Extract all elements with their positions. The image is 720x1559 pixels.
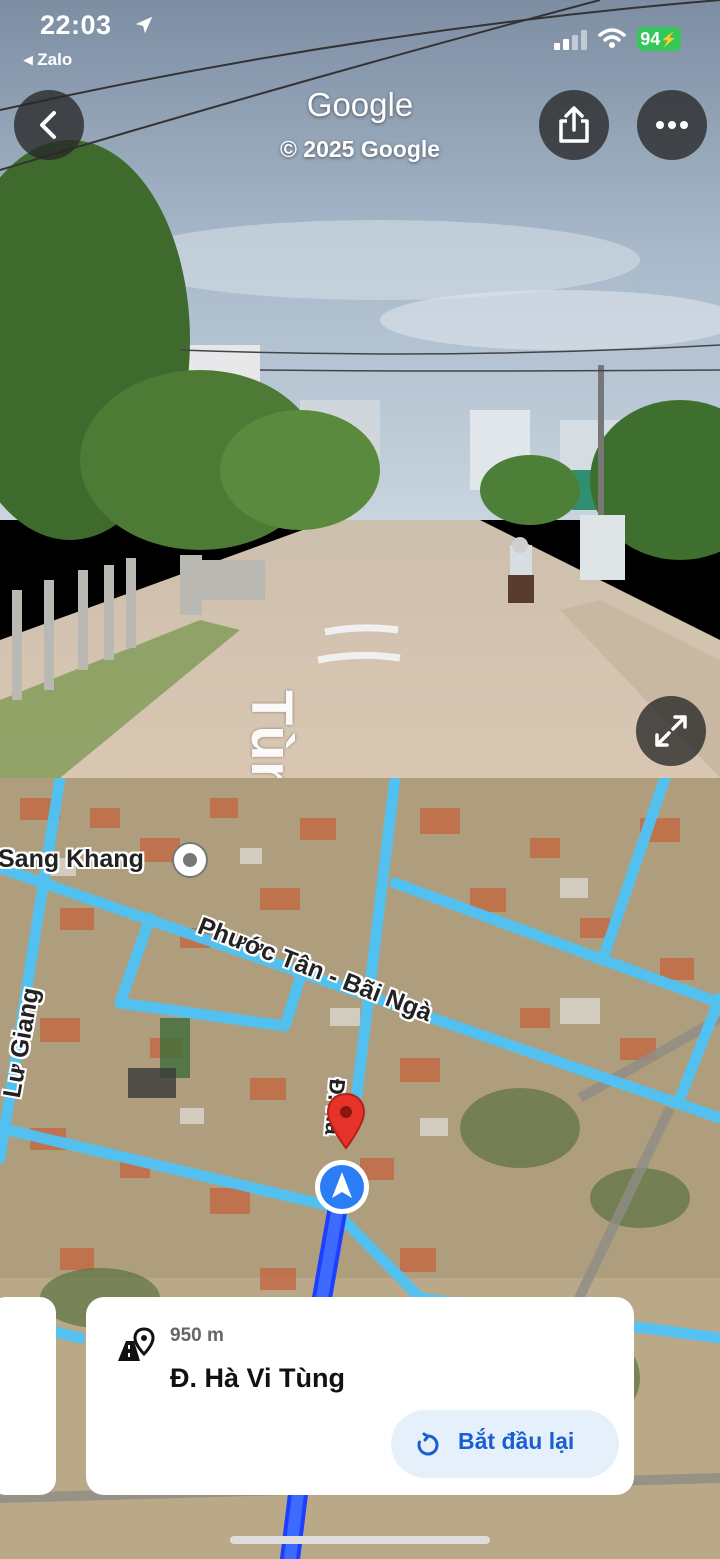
home-indicator[interactable] bbox=[230, 1536, 490, 1544]
expand-icon bbox=[655, 715, 687, 747]
charging-icon: ⚡ bbox=[660, 30, 678, 47]
google-title: Google bbox=[306, 86, 414, 123]
wifi-icon bbox=[598, 28, 626, 48]
more-icon bbox=[656, 121, 688, 129]
distance-road-icon bbox=[118, 1327, 155, 1361]
share-icon bbox=[559, 106, 589, 143]
battery-indicator: 94 ⚡ bbox=[637, 27, 681, 51]
route-card[interactable]: 950 m Đ. Hà Vi Tùng Bắt đầu lại bbox=[86, 1297, 634, 1495]
share-button[interactable] bbox=[539, 90, 609, 160]
signal-icon bbox=[554, 30, 587, 50]
navigation-arrow-icon bbox=[315, 1160, 369, 1214]
copyright-text: © 2025 Google bbox=[279, 136, 441, 162]
destination-pin-icon[interactable] bbox=[326, 1092, 366, 1150]
expand-button[interactable] bbox=[636, 696, 706, 766]
route-distance: 950 m bbox=[170, 1325, 224, 1346]
map-label-sang-khang: Sang Khang bbox=[0, 845, 144, 873]
previous-route-card[interactable] bbox=[0, 1297, 56, 1495]
more-options-button[interactable] bbox=[637, 90, 707, 160]
restart-icon bbox=[417, 1432, 439, 1456]
location-arrow-icon bbox=[135, 16, 153, 34]
clock-time: 22:03 bbox=[40, 10, 112, 40]
poi-pin-icon[interactable] bbox=[170, 840, 210, 880]
status-bar: 22:03 ◂ Zalo 94 ⚡ bbox=[0, 0, 720, 80]
route-street-name: Đ. Hà Vi Tùng bbox=[170, 1363, 346, 1393]
restart-label: Bắt đầu lại bbox=[458, 1428, 575, 1454]
restart-button[interactable]: Bắt đầu lại bbox=[391, 1410, 619, 1478]
back-to-app-link[interactable]: ◂ Zalo bbox=[24, 50, 72, 70]
battery-level: 94 bbox=[640, 28, 661, 49]
